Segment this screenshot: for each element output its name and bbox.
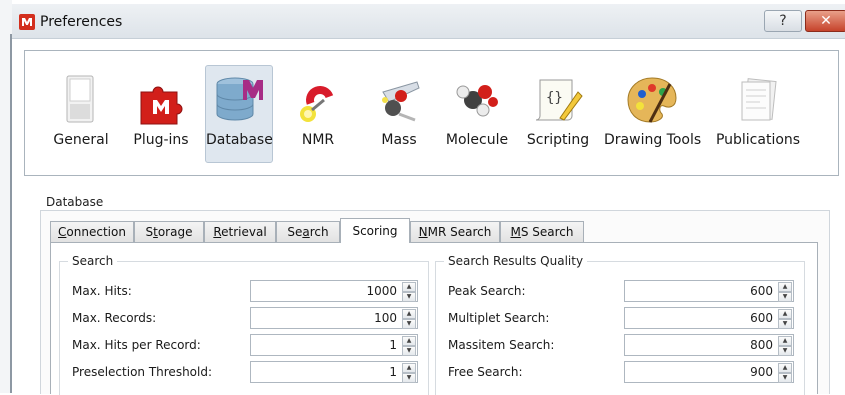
- spin-arrows-icon[interactable]: ▲ ▼: [778, 282, 792, 302]
- quality-group-title: Search Results Quality: [444, 254, 588, 268]
- massitem-search-value: 800: [750, 338, 773, 352]
- tab-connection[interactable]: Connection: [50, 221, 134, 242]
- max-hits-label: Max. Hits:: [72, 284, 132, 298]
- category-toolbar: General Plug-ins Database NMR Mass Molec…: [24, 50, 839, 176]
- max-hits-per-record-label: Max. Hits per Record:: [72, 338, 201, 352]
- category-label: Drawing Tools: [604, 132, 702, 148]
- multiplet-search-spinbox[interactable]: 600 ▲ ▼: [624, 307, 794, 329]
- switch-icon: [66, 75, 94, 123]
- peak-search-value: 600: [750, 284, 773, 298]
- peak-search-label: Peak Search:: [448, 284, 526, 298]
- database-group-label: Database: [46, 195, 104, 209]
- free-search-value: 900: [750, 365, 773, 379]
- peak-search-spinbox[interactable]: 600 ▲ ▼: [624, 280, 794, 302]
- category-label: Plug-ins: [133, 132, 189, 148]
- spin-arrows-icon[interactable]: ▲ ▼: [402, 363, 416, 383]
- max-hits-per-record-value: 1: [389, 338, 397, 352]
- category-label: Scripting: [526, 132, 590, 148]
- background-window-edge: [0, 0, 12, 393]
- category-label: General: [53, 132, 109, 148]
- multiplet-search-value: 600: [750, 311, 773, 325]
- molecule-icon: [456, 85, 498, 117]
- tab-content-scoring: Search Max. Hits: 1000 ▲ ▼ Max. Records: …: [50, 242, 818, 395]
- category-molecule[interactable]: Molecule: [441, 65, 513, 163]
- spin-arrows-icon[interactable]: ▲ ▼: [402, 282, 416, 302]
- tab-scoring[interactable]: Scoring: [340, 218, 410, 243]
- search-group: Search Max. Hits: 1000 ▲ ▼ Max. Records: …: [59, 254, 429, 395]
- max-hits-spinbox[interactable]: 1000 ▲ ▼: [250, 280, 418, 302]
- max-hits-value: 1000: [366, 284, 397, 298]
- search-results-quality-group: Search Results Quality Peak Search: 600 …: [435, 254, 805, 395]
- max-hits-per-record-spinbox[interactable]: 1 ▲ ▼: [250, 334, 418, 356]
- spin-arrows-icon[interactable]: ▲ ▼: [778, 336, 792, 356]
- free-search-spinbox[interactable]: 900 ▲ ▼: [624, 361, 794, 383]
- category-nmr[interactable]: NMR: [285, 65, 351, 163]
- max-records-label: Max. Records:: [72, 311, 157, 325]
- spin-arrows-icon[interactable]: ▲ ▼: [778, 309, 792, 329]
- category-drawing-tools[interactable]: Drawing Tools: [603, 65, 701, 163]
- spin-arrows-icon[interactable]: ▲ ▼: [402, 336, 416, 356]
- preselection-threshold-label: Preselection Threshold:: [72, 365, 213, 379]
- preselection-threshold-spinbox[interactable]: 1 ▲ ▼: [250, 361, 418, 383]
- tab-retrieval[interactable]: Retrieval: [204, 221, 276, 242]
- database-icon: [216, 77, 263, 121]
- tab-search[interactable]: Search: [276, 221, 340, 242]
- tab-storage[interactable]: Storage: [134, 221, 204, 242]
- category-general[interactable]: General: [45, 65, 117, 163]
- category-scripting[interactable]: {} Scripting: [521, 65, 595, 163]
- palette-icon: [627, 77, 677, 123]
- spin-arrows-icon[interactable]: ▲ ▼: [402, 309, 416, 329]
- multiplet-search-label: Multiplet Search:: [448, 311, 550, 325]
- tab-ms-search[interactable]: MS Search: [500, 221, 584, 242]
- max-records-spinbox[interactable]: 100 ▲ ▼: [250, 307, 418, 329]
- title-bar: Preferences ? ✕: [12, 4, 845, 39]
- puzzle-icon: [140, 86, 183, 125]
- preselection-threshold-value: 1: [389, 365, 397, 379]
- category-label: Mass: [381, 132, 417, 148]
- category-database[interactable]: Database: [205, 65, 273, 163]
- category-label: NMR: [301, 132, 335, 148]
- mass-spec-icon: [382, 81, 420, 122]
- script-icon: {}: [535, 79, 583, 121]
- spin-arrows-icon[interactable]: ▲ ▼: [778, 363, 792, 383]
- category-mass[interactable]: Mass: [363, 65, 435, 163]
- category-publications[interactable]: Publications: [713, 65, 803, 163]
- magnet-icon: [300, 86, 334, 122]
- close-button[interactable]: ✕: [805, 10, 845, 32]
- search-group-title: Search: [68, 254, 118, 268]
- document-icon: [741, 78, 777, 121]
- max-records-value: 100: [374, 311, 397, 325]
- category-plug-ins[interactable]: Plug-ins: [125, 65, 197, 163]
- massitem-search-spinbox[interactable]: 800 ▲ ▼: [624, 334, 794, 356]
- window-title: Preferences: [40, 14, 123, 30]
- category-label: Molecule: [445, 132, 509, 148]
- tab-nmr-search[interactable]: NMR Search: [410, 221, 500, 242]
- category-label: Database: [206, 132, 273, 148]
- svg-text:{}: {}: [546, 90, 563, 106]
- help-button[interactable]: ?: [764, 10, 802, 32]
- category-label: Publications: [715, 132, 801, 148]
- free-search-label: Free Search:: [448, 365, 523, 379]
- massitem-search-label: Massitem Search:: [448, 338, 555, 352]
- app-logo-icon: [19, 14, 35, 30]
